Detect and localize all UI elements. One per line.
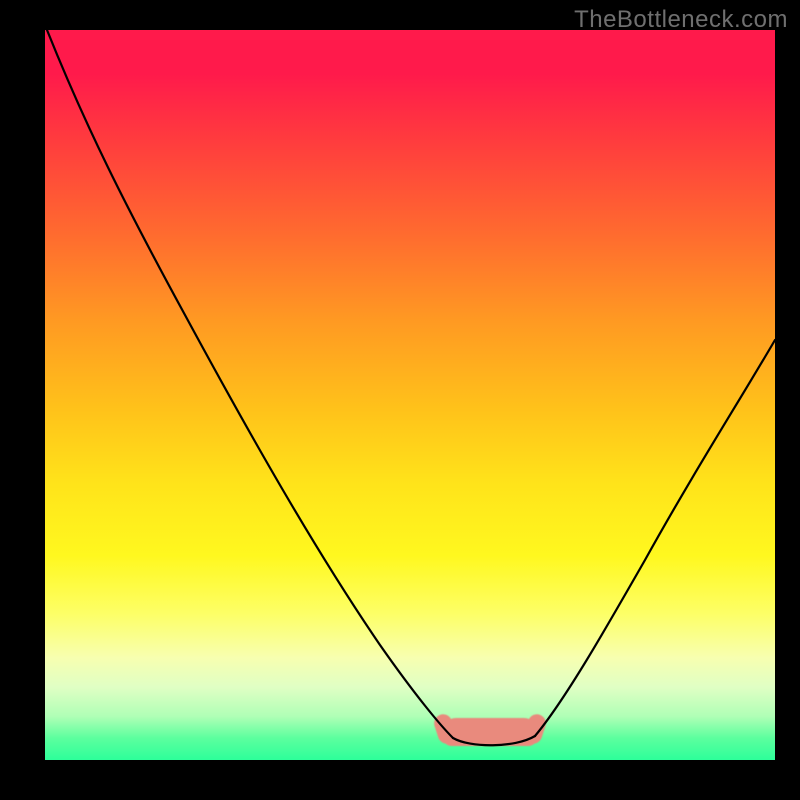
plot-area <box>45 30 775 760</box>
chart-frame: TheBottleneck.com <box>0 0 800 800</box>
watermark-text: TheBottleneck.com <box>574 6 788 34</box>
bottleneck-curve <box>45 30 775 760</box>
